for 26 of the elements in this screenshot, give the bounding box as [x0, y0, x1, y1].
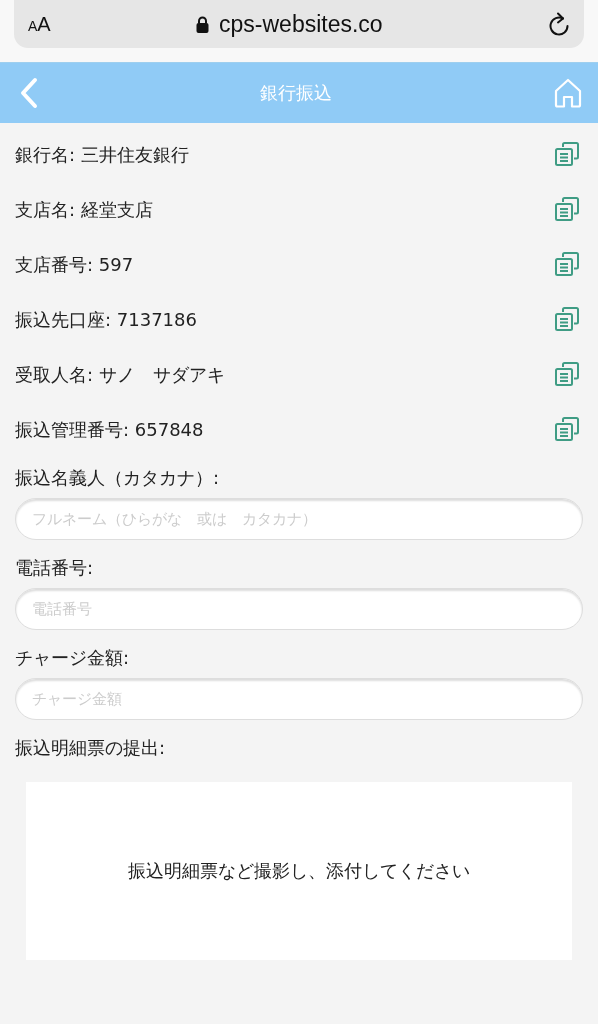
info-text: 振込管理番号: 657848 [15, 417, 204, 442]
copy-icon[interactable] [555, 142, 579, 167]
page-title: 銀行振込 [260, 81, 332, 105]
info-text: 受取人名: サノ サダアキ [15, 362, 225, 387]
copy-icon[interactable] [555, 307, 579, 332]
field-label: チャージ金額: [15, 646, 131, 670]
info-text: 銀行名: 三井住友銀行 [15, 142, 189, 167]
home-icon[interactable] [554, 78, 582, 108]
info-text: 支店名: 経堂支店 [15, 197, 153, 222]
info-text: 支店番号: 597 [15, 252, 134, 277]
field-label: 振込名義人（カタカナ）: [15, 466, 221, 490]
copy-icon[interactable] [555, 362, 579, 387]
copy-icon[interactable] [555, 252, 579, 277]
address-bar[interactable]: AA cps-websites.co [14, 0, 584, 48]
back-icon[interactable] [20, 77, 38, 109]
copy-icon[interactable] [555, 197, 579, 222]
upload-prompt: 振込明細票など撮影し、添付してください [128, 859, 470, 883]
reload-icon[interactable] [548, 12, 570, 36]
copy-icon[interactable] [555, 417, 579, 442]
info-text: 振込先口座: 7137186 [15, 307, 197, 332]
field-label: 電話番号: [15, 556, 95, 580]
field-label: 振込明細票の提出: [15, 736, 167, 760]
lock-icon [196, 15, 210, 33]
text-size-button[interactable]: AA [28, 12, 51, 36]
url-text: cps-websites.co [219, 10, 383, 38]
upload-area[interactable]: 振込明細票など撮影し、添付してください [26, 782, 572, 960]
